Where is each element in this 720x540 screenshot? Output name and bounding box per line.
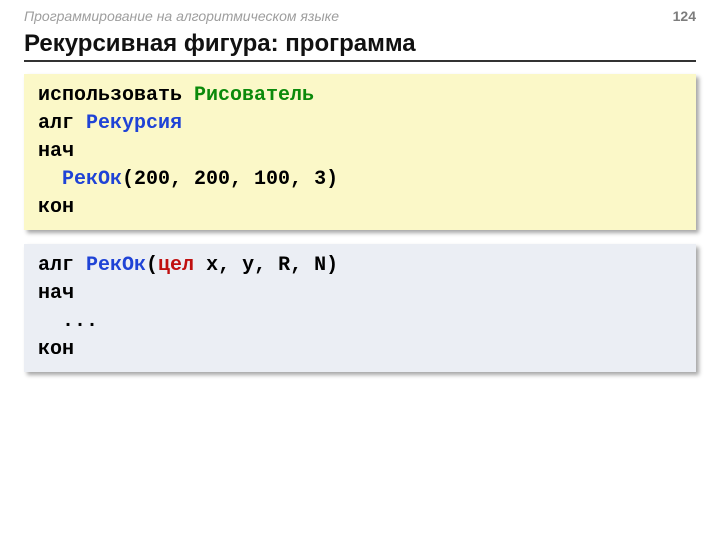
code-text: ... bbox=[38, 310, 98, 333]
code-text: нач bbox=[38, 140, 74, 163]
page-number: 124 bbox=[673, 8, 696, 24]
slide: Программирование на алгоритмическом язык… bbox=[0, 0, 720, 540]
slide-title: Рекурсивная фигура: программа bbox=[24, 30, 696, 58]
code-text: алг bbox=[38, 254, 86, 277]
code-text: нач bbox=[38, 282, 74, 305]
code-block-proc: алг РекОк(цел x, y, R, N) нач ... кон bbox=[24, 244, 696, 372]
code-text: кон bbox=[38, 196, 74, 219]
code-text: использовать bbox=[38, 84, 194, 107]
title-underline bbox=[24, 60, 696, 62]
code-text: ( bbox=[146, 254, 158, 277]
code-text: (200, 200, 100, 3) bbox=[122, 168, 338, 191]
code-text: Рекурсия bbox=[86, 112, 182, 135]
code-text: алг bbox=[38, 112, 86, 135]
code-text bbox=[38, 168, 62, 191]
code-text: x, y, R, N) bbox=[194, 254, 338, 277]
code-text: РекОк bbox=[86, 254, 146, 277]
slide-header: Программирование на алгоритмическом язык… bbox=[24, 8, 696, 24]
code-block-main: использовать Рисователь алг Рекурсия нач… bbox=[24, 74, 696, 230]
code-text: цел bbox=[158, 254, 194, 277]
course-name: Программирование на алгоритмическом язык… bbox=[24, 8, 339, 24]
code-text: кон bbox=[38, 338, 74, 361]
code-text: РекОк bbox=[62, 168, 122, 191]
code-text: Рисователь bbox=[194, 84, 314, 107]
